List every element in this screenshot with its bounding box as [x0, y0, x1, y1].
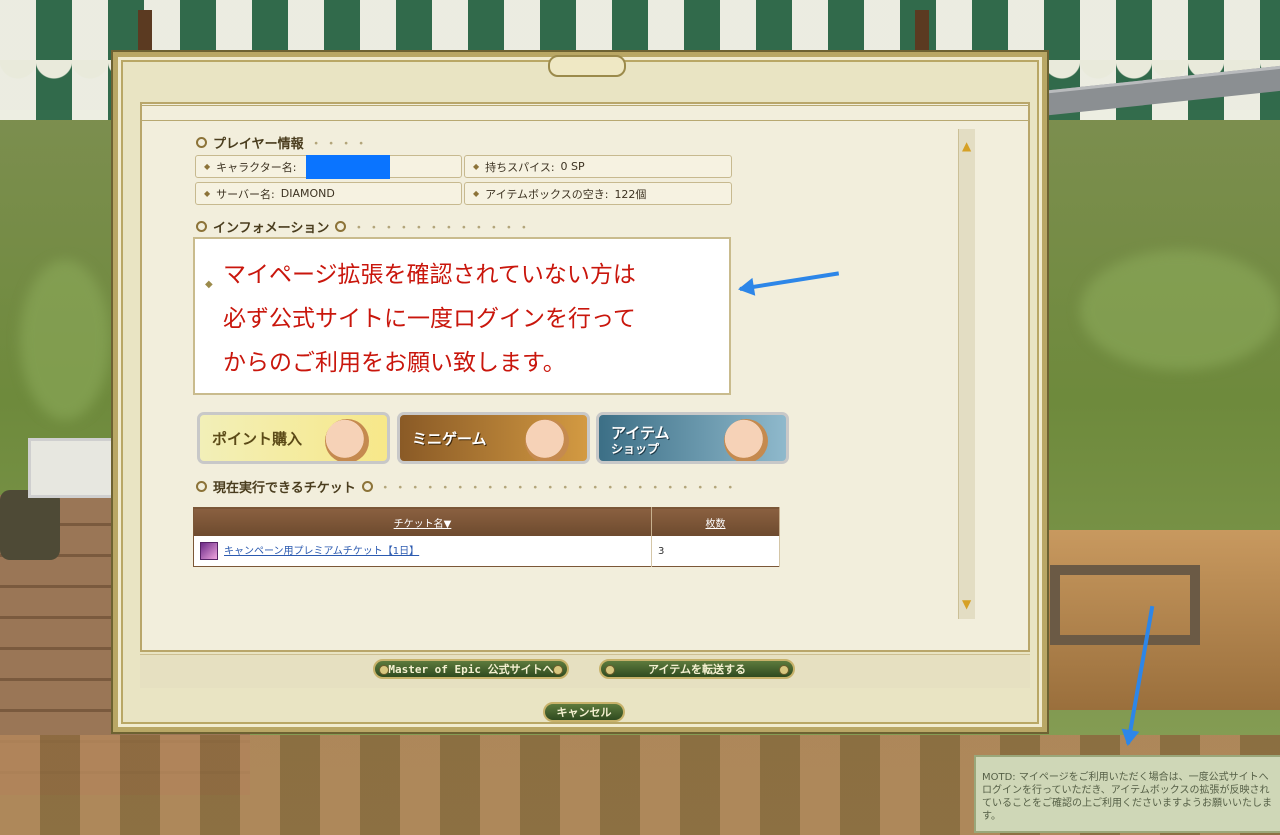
spice-label: 持ちスパイス:: [485, 160, 555, 174]
character-name-label: キャラクター名:: [216, 160, 297, 174]
itembox-value: 122個: [614, 187, 647, 201]
dotted-line: ・・・・: [309, 137, 370, 152]
ticket-icon: [200, 542, 218, 560]
bullet-icon: [196, 137, 207, 148]
character-portrait-icon: [325, 419, 369, 461]
minigame-banner[interactable]: ミニゲーム: [397, 412, 590, 464]
scroll-down-icon[interactable]: ▼: [962, 597, 971, 611]
bullet-icon: [196, 221, 207, 232]
server-name-label: サーバー名:: [216, 187, 275, 201]
dialog-content: プレイヤー情報 ・・・・ ◆ キャラクター名: ◆ 持ちスパイス: 0 SP ◆…: [168, 127, 968, 647]
item-shop-label-bottom: ショップ: [611, 441, 660, 456]
information-title: インフォメーション: [213, 221, 330, 236]
ticket-name-column-header[interactable]: チケット名▼: [193, 507, 652, 536]
grass-patch: [20, 260, 110, 420]
official-site-button[interactable]: Master of Epic 公式サイトへ: [373, 659, 569, 679]
redacted-character-name: [306, 154, 391, 179]
tickets-title: 現在実行できるチケット: [213, 481, 356, 496]
information-line: からのご利用をお願い致します。: [223, 350, 566, 376]
ticket-count-column-header[interactable]: 枚数: [651, 507, 780, 536]
panel-top-border: [140, 105, 1030, 121]
content-scrollbar[interactable]: ▲ ▼: [958, 129, 975, 619]
mypage-dialog: プレイヤー情報 ・・・・ ◆ キャラクター名: ◆ 持ちスパイス: 0 SP ◆…: [111, 50, 1049, 734]
spice-cell: ◆ 持ちスパイス: 0 SP: [464, 155, 732, 178]
server-name-cell: ◆ サーバー名: DIAMOND: [195, 182, 462, 205]
picture-frame: [1050, 565, 1200, 645]
footer-bar: [140, 654, 1030, 688]
ticket-table: チケット名▼ 枚数 キャンペーン用プレミアムチケット【1日】 3: [193, 507, 780, 567]
dialog-ornament: [548, 55, 626, 77]
itembox-cell: ◆ アイテムボックスの空き: 122個: [464, 182, 732, 205]
scroll-up-icon[interactable]: ▲: [962, 139, 971, 153]
ticket-name-cell: キャンペーン用プレミアムチケット【1日】: [193, 536, 652, 567]
character-name-cell: ◆ キャラクター名:: [195, 154, 462, 179]
diamond-icon: ◆: [204, 162, 211, 171]
tickets-heading: 現在実行できるチケット ・・・・・・・・・・・・・・・・・・・・・・・・: [196, 477, 739, 496]
minigame-label: ミニゲーム: [412, 429, 487, 448]
diamond-icon: ◆: [473, 162, 480, 171]
itembox-label: アイテムボックスの空き:: [485, 187, 609, 201]
dotted-line: ・・・・・・・・・・・・・・・・・・・・・・・・: [378, 481, 739, 496]
player-info-heading: プレイヤー情報 ・・・・: [196, 133, 370, 152]
ticket-count-cell: 3: [651, 536, 780, 567]
bullet-icon: [335, 221, 347, 232]
information-line: 必ず公式サイトに一度ログインを行って: [223, 306, 636, 332]
character-portrait-icon: [525, 419, 569, 461]
character-portrait-icon: [724, 419, 768, 461]
information-heading: インフォメーション ・・・・・・・・・・・・: [196, 217, 532, 236]
dotted-line: ・・・・・・・・・・・・: [352, 221, 533, 236]
point-purchase-banner[interactable]: ポイント購入: [197, 412, 390, 464]
server-name-value: DIAMOND: [280, 187, 335, 200]
motd-text: MOTD: マイページをご利用いただく場合は、一度公式サイトへログインを行ってい…: [982, 772, 1272, 822]
item-shop-label: アイテム ショップ: [611, 422, 670, 455]
diamond-icon: ◆: [205, 279, 213, 290]
item-shop-label-top: アイテム: [611, 423, 670, 442]
spice-value: 0 SP: [560, 160, 585, 173]
grass-patch: [1080, 250, 1280, 370]
player-info-title: プレイヤー情報: [213, 137, 304, 152]
stone: [0, 490, 60, 560]
information-box: ◆ マイページ拡張を確認されていない方は 必ず公式サイトに一度ログインを行って …: [193, 237, 731, 395]
diamond-icon: ◆: [473, 189, 480, 198]
bullet-icon: [196, 481, 207, 492]
bullet-icon: [361, 481, 373, 492]
transfer-items-button[interactable]: アイテムを転送する: [599, 659, 795, 679]
ticket-table-header: チケット名▼ 枚数: [193, 507, 780, 536]
cancel-button[interactable]: キャンセル: [543, 702, 625, 722]
table-row: キャンペーン用プレミアムチケット【1日】 3: [193, 536, 780, 567]
chest: [28, 438, 120, 498]
diamond-icon: ◆: [204, 189, 211, 198]
information-line: マイページ拡張を確認されていない方は: [223, 262, 636, 288]
item-shop-banner[interactable]: アイテム ショップ: [596, 412, 789, 464]
ticket-link[interactable]: キャンペーン用プレミアムチケット【1日】: [224, 546, 419, 557]
point-purchase-label: ポイント購入: [212, 429, 303, 448]
motd-box: MOTD: マイページをご利用いただく場合は、一度公式サイトへログインを行ってい…: [974, 755, 1280, 833]
